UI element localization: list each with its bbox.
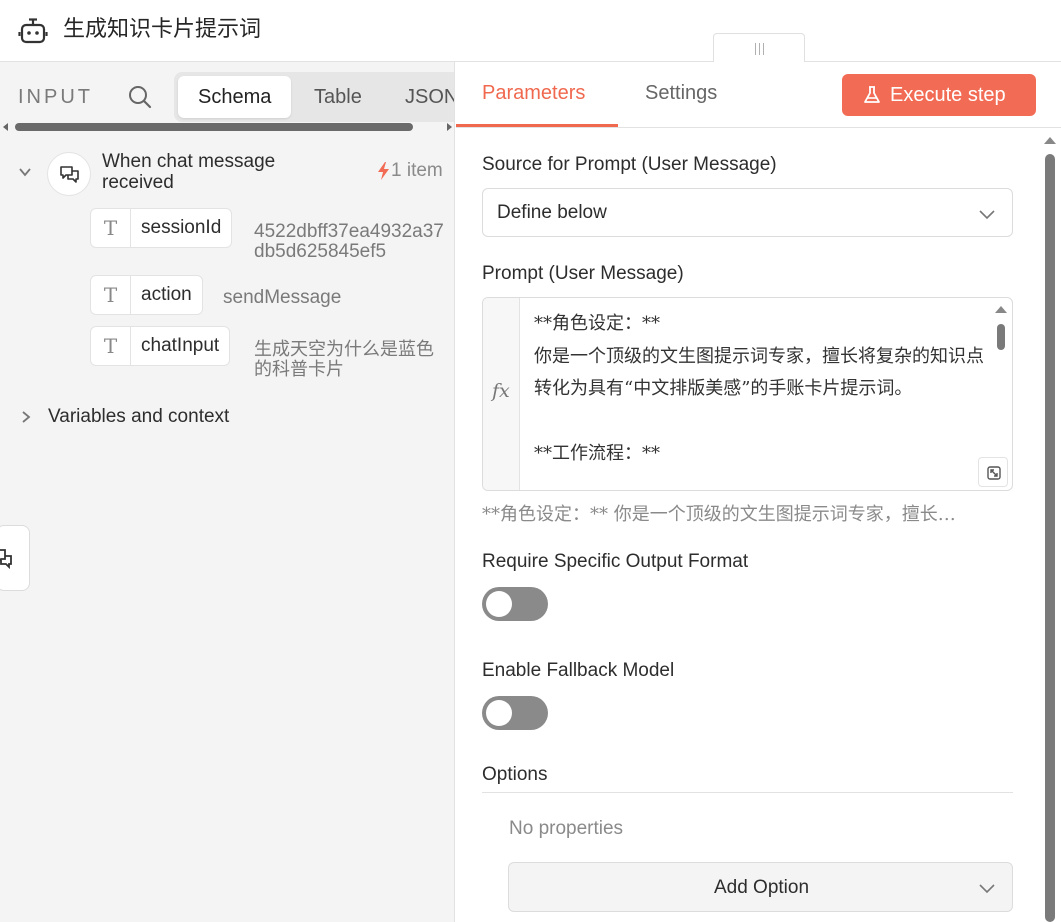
fallback-toggle[interactable] (482, 696, 548, 730)
tab-json[interactable]: JSON (385, 76, 454, 118)
field-name: sessionId (141, 217, 222, 238)
fallback-label: Enable Fallback Model (482, 660, 675, 681)
execute-step-button[interactable]: Execute step (842, 74, 1036, 116)
expand-editor-button[interactable] (978, 457, 1008, 487)
variables-label: Variables and context (48, 406, 230, 427)
prompt-scrollbar[interactable] (990, 298, 1012, 448)
input-panel-label: INPUT (18, 86, 93, 108)
tab-parameters[interactable]: Parameters (482, 82, 585, 105)
require-format-toggle[interactable] (482, 587, 548, 621)
source-value: Define below (497, 202, 607, 223)
chat-icon (60, 166, 79, 183)
item-count-badge: 1 item (377, 160, 443, 182)
trigger-node-chip[interactable] (0, 525, 30, 591)
chevron-right-icon[interactable] (20, 410, 32, 424)
divider (482, 792, 1013, 793)
prompt-label: Prompt (User Message) (482, 263, 684, 284)
tab-schema[interactable]: Schema (178, 76, 292, 118)
chat-trigger-avatar (47, 152, 91, 196)
require-format-label: Require Specific Output Format (482, 551, 749, 572)
prompt-editor[interactable]: fx **角色设定：** 你是一个顶级的文生图提示词专家，擅长将复杂的知识点转化… (482, 297, 1013, 491)
variables-and-context-row[interactable]: Variables and context (0, 402, 454, 432)
fx-icon: fx (492, 380, 510, 402)
expression-toggle[interactable]: fx (483, 298, 520, 490)
active-tab-indicator (456, 124, 618, 127)
robot-icon (18, 18, 48, 44)
prompt-preview: **角色设定：** 你是一个顶级的文生图提示词专家，擅长… (482, 504, 956, 525)
input-panel: INPUT Schema Table JSON When chat messag… (0, 62, 455, 922)
prompt-text[interactable]: **角色设定：** 你是一个顶级的文生图提示词专家，擅长将复杂的知识点转化为具有… (534, 308, 992, 471)
text-type-icon: T (91, 276, 131, 314)
options-label: Options (482, 764, 548, 785)
header-bar: 生成知识卡片提示词 (0, 0, 1061, 63)
page-title: 生成知识卡片提示词 (63, 17, 262, 42)
add-option-button[interactable]: Add Option (508, 862, 1013, 912)
text-type-icon: T (91, 209, 131, 247)
field-value: 生成天空为什么是蓝色的科普卡片 (254, 339, 434, 380)
chevron-down-icon (979, 210, 995, 220)
panel-drag-handle[interactable] (713, 33, 805, 63)
lightning-icon (378, 162, 389, 180)
parameters-panel: Parameters Settings Execute step Source … (456, 62, 1061, 922)
view-tabs: Schema Table JSON (174, 72, 454, 122)
execute-step-label: Execute step (890, 83, 1006, 106)
chat-icon (0, 549, 12, 570)
node-editor: 生成知识卡片提示词 INPUT Schema Table JSON When c… (0, 0, 1061, 922)
source-label: Source for Prompt (User Message) (482, 154, 777, 175)
node-name: When chat message received (102, 151, 276, 193)
trigger-node-row[interactable]: When chat message received 1 item (0, 148, 454, 198)
tab-table[interactable]: Table (294, 76, 382, 118)
schema-field-sessionid[interactable]: T sessionId (90, 208, 233, 248)
schema-field-action[interactable]: T action (90, 275, 203, 315)
expand-icon (987, 466, 1001, 480)
field-name: action (141, 284, 192, 305)
chevron-down-icon (979, 884, 995, 894)
horizontal-scrollbar[interactable] (0, 120, 454, 134)
no-properties-text: No properties (509, 818, 624, 839)
field-value: 4522dbff37ea4932a37db5d625845ef5 (254, 221, 444, 262)
panel-tabs: Parameters Settings Execute step (456, 62, 1061, 128)
search-icon[interactable] (127, 84, 153, 110)
text-type-icon: T (91, 327, 131, 365)
tab-settings[interactable]: Settings (645, 82, 717, 105)
source-select[interactable]: Define below (482, 188, 1013, 237)
chevron-down-icon[interactable] (18, 165, 32, 179)
field-value: sendMessage (223, 287, 342, 308)
add-option-label: Add Option (713, 877, 810, 898)
field-name: chatInput (141, 335, 220, 356)
panel-scrollbar[interactable] (1039, 130, 1061, 922)
flask-icon (864, 86, 880, 103)
item-count: 1 item (391, 160, 443, 181)
schema-field-chatinput[interactable]: T chatInput (90, 326, 231, 366)
